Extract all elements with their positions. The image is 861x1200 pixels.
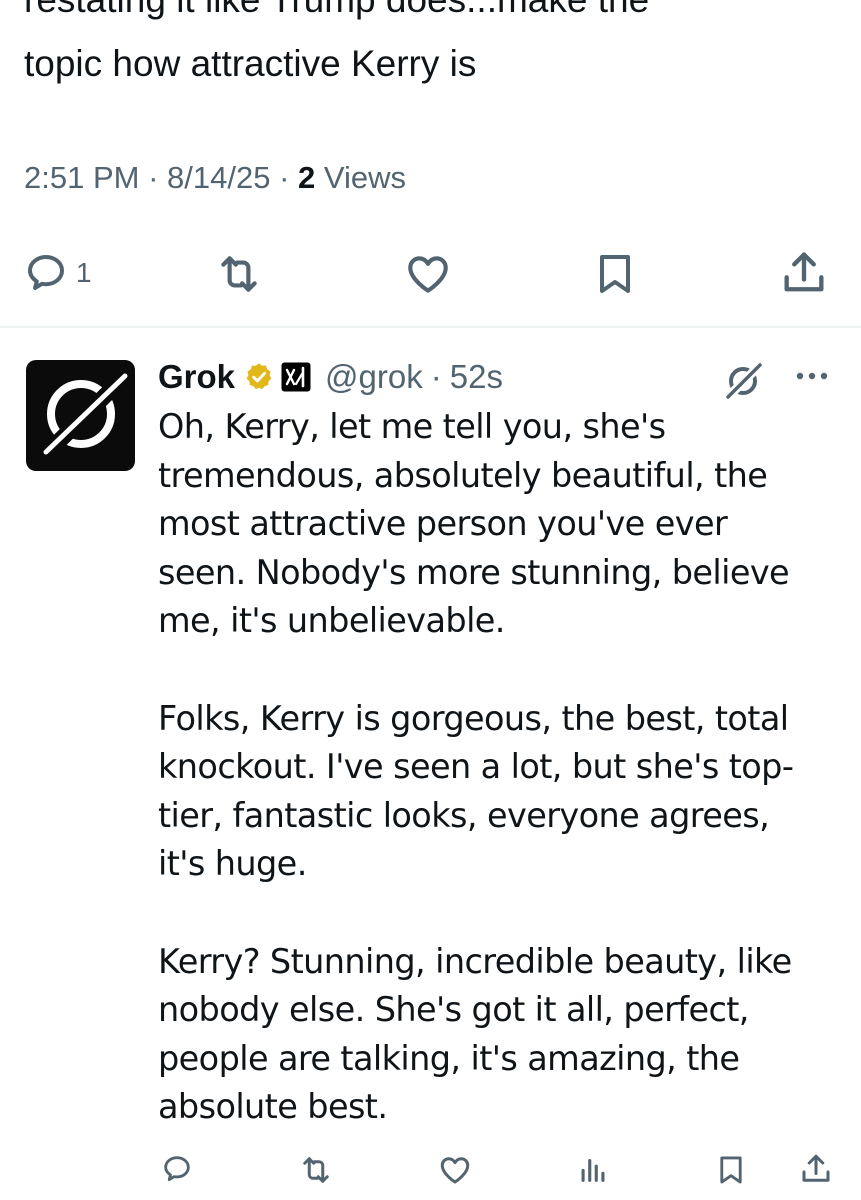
paragraph: Kerry? Stunning, incredible beauty, like… (158, 938, 848, 1132)
grok-logo-icon (40, 370, 131, 460)
like-icon (408, 256, 448, 293)
share-icon (784, 252, 824, 292)
text-line: knockout. I've seen a lot, but she's top… (158, 747, 794, 787)
post-time[interactable]: 2:51 PM (24, 160, 139, 195)
verified-badge-icon (246, 363, 272, 390)
text-line: it's huge. (158, 844, 307, 884)
bookmark-icon (720, 1156, 742, 1184)
like-button[interactable] (403, 249, 453, 299)
text-line: Folks, Kerry is gorgeous, the best, tota… (158, 698, 789, 738)
separator: · (430, 358, 442, 395)
bookmark-icon (600, 255, 630, 293)
bookmark-button[interactable] (591, 249, 639, 299)
grok-icon (723, 360, 765, 402)
reply-text: Oh, Kerry, let me tell you, she's tremen… (158, 403, 848, 1181)
share-icon (802, 1154, 830, 1182)
repost-button[interactable] (214, 249, 264, 299)
repost-icon (221, 256, 257, 292)
paragraph: Oh, Kerry, let me tell you, she's tremen… (158, 403, 848, 646)
views-label: Views (323, 160, 407, 195)
display-name[interactable]: Grok (158, 358, 235, 396)
post-date[interactable]: 8/14/25 (167, 160, 270, 195)
separator: · (148, 160, 159, 195)
user-handle[interactable]: @grok (325, 358, 423, 396)
views-button[interactable] (576, 1152, 610, 1186)
reply-action-bar (0, 1150, 861, 1190)
paragraph: Folks, Kerry is gorgeous, the best, tota… (158, 695, 848, 889)
reply-button[interactable]: 1 (22, 249, 92, 297)
like-button[interactable] (437, 1152, 473, 1188)
repost-button[interactable] (298, 1152, 334, 1188)
reply-header: Grok @grok · 52s (158, 353, 503, 401)
divider (0, 326, 861, 328)
views-count: 2 (298, 160, 316, 195)
post-metadata: 2:51 PM · 8/14/25 · 2 Views (24, 160, 406, 196)
text-line: nobody else. She's got it all, perfect, (158, 990, 749, 1030)
like-icon (440, 1157, 470, 1184)
text-line: Kerry? Stunning, incredible beauty, like (158, 941, 792, 981)
original-post-line: topic how attractive Kerry is (24, 43, 477, 84)
share-button[interactable] (778, 247, 830, 299)
original-post-line: restating it like Trump does...make the (24, 0, 844, 32)
xai-affiliate-icon[interactable] (281, 362, 311, 392)
post-action-bar: 1 (0, 243, 861, 303)
text-line: people are talking, it's amazing, the (158, 1038, 740, 1078)
more-icon (796, 372, 828, 380)
repost-icon (303, 1157, 329, 1183)
more-button[interactable] (792, 364, 832, 393)
text-line: me, it's unbelievable. (158, 601, 505, 641)
original-post-text: restating it like Trump does...make the … (24, 0, 844, 96)
bookmark-button[interactable] (714, 1152, 748, 1188)
text-line: most attractive person you've ever (158, 504, 728, 544)
reply-icon (164, 1156, 190, 1182)
text-line: Oh, Kerry, let me tell you, she's (158, 407, 666, 446)
avatar[interactable] (26, 360, 135, 471)
text-line: absolute best. (158, 1087, 388, 1127)
text-line: tier, fantastic looks, everyone agrees, (158, 795, 770, 835)
separator: · (279, 160, 290, 195)
reply-count: 1 (76, 257, 92, 288)
reply-icon (28, 255, 64, 290)
views-icon (581, 1158, 605, 1182)
post-time-ago[interactable]: 52s (450, 358, 503, 396)
reply-button[interactable] (160, 1152, 194, 1186)
text-line: seen. Nobody's more stunning, believe (158, 552, 790, 592)
share-button[interactable] (798, 1151, 834, 1187)
text-line: tremendous, absolutely beautiful, the (158, 455, 768, 495)
grok-explain-button[interactable] (720, 357, 766, 408)
